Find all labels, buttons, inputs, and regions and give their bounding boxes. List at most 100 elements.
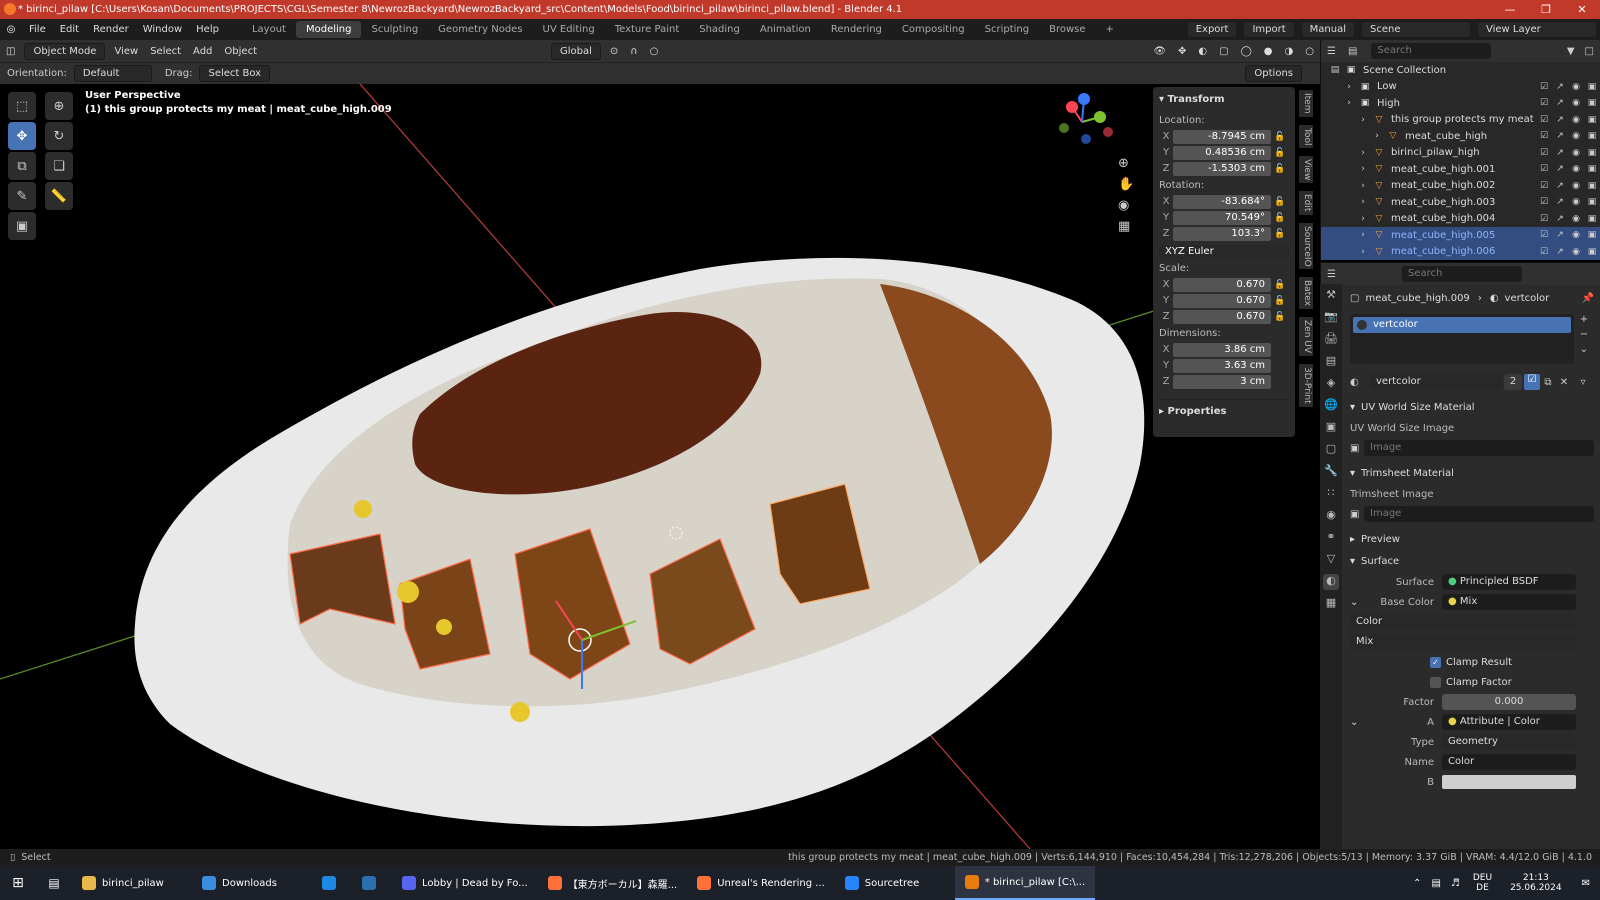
measure-tool-icon[interactable]: 📏 bbox=[45, 182, 73, 210]
menu-edit[interactable]: Edit bbox=[53, 24, 86, 35]
import-button[interactable]: Import bbox=[1243, 21, 1295, 38]
select-arrow-icon[interactable]: ↗ bbox=[1552, 230, 1568, 240]
tab-item[interactable]: Item bbox=[1299, 90, 1313, 117]
xray-icon[interactable]: ▢ bbox=[1213, 46, 1234, 57]
lock-icon[interactable]: 🔓 bbox=[1271, 197, 1289, 207]
orientation-dropdown[interactable]: Default bbox=[73, 65, 152, 82]
expand-chevron-icon[interactable]: › bbox=[1355, 197, 1371, 207]
a-input-field[interactable]: ● Attribute | Color bbox=[1442, 714, 1576, 730]
lock-icon[interactable]: 🔓 bbox=[1271, 229, 1289, 239]
select-arrow-icon[interactable]: ↗ bbox=[1552, 181, 1568, 191]
rotation-y-field[interactable]: 70.549° bbox=[1173, 210, 1271, 225]
rotate-tool-icon[interactable]: ↻ bbox=[45, 122, 73, 150]
material-name-field[interactable]: vertcolor bbox=[1370, 374, 1502, 390]
chevron-down-icon[interactable]: ⌄ bbox=[1350, 597, 1370, 608]
scale-x-field[interactable]: 0.670 bbox=[1173, 277, 1271, 292]
outliner-row[interactable]: › ▽ this group protects my meat ☑ ↗ ◉ ▣ bbox=[1321, 112, 1600, 129]
add-slot-icon[interactable]: + bbox=[1580, 314, 1588, 325]
tab-compositing[interactable]: Compositing bbox=[892, 21, 975, 38]
expand-chevron-icon[interactable]: › bbox=[1355, 230, 1371, 240]
particles-properties-icon[interactable]: ∷ bbox=[1323, 486, 1339, 502]
camera-icon[interactable]: ▣ bbox=[1584, 214, 1600, 224]
browse-material-icon[interactable]: ◐ bbox=[1350, 377, 1370, 388]
lock-icon[interactable]: 🔓 bbox=[1271, 148, 1289, 158]
view-layer-icon[interactable]: ▤ bbox=[1323, 354, 1339, 370]
checkbox-icon[interactable]: ☑ bbox=[1536, 230, 1552, 240]
checkbox-icon[interactable]: ☑ bbox=[1536, 131, 1552, 141]
expand-chevron-icon[interactable]: › bbox=[1341, 98, 1357, 108]
duplicate-icon[interactable]: ⧉ bbox=[1540, 377, 1556, 388]
tab-zen-uv[interactable]: Zen UV bbox=[1299, 317, 1313, 357]
annotate-tool-icon[interactable]: ✎ bbox=[8, 182, 36, 210]
eye-icon[interactable]: ◉ bbox=[1568, 82, 1584, 92]
outliner-row[interactable]: › ▽ meat_cube_high.006 ☑ ↗ ◉ ▣ bbox=[1321, 243, 1600, 260]
outliner-row[interactable]: › ▽ meat_cube_high.003 ☑ ↗ ◉ ▣ bbox=[1321, 194, 1600, 211]
trimsheet-image-field[interactable]: Image bbox=[1364, 506, 1594, 522]
tab-sourceio[interactable]: SourceIO bbox=[1299, 222, 1313, 270]
dimensions-y-row[interactable]: Y 3.63 cm bbox=[1159, 358, 1289, 373]
eye-icon[interactable]: ◉ bbox=[1568, 230, 1584, 240]
select-arrow-icon[interactable]: ↗ bbox=[1552, 82, 1568, 92]
eye-icon[interactable]: ◉ bbox=[1568, 181, 1584, 191]
outliner-row[interactable]: › ▣ High ☑ ↗ ◉ ▣ bbox=[1321, 95, 1600, 112]
menu-select[interactable]: Select bbox=[144, 46, 187, 57]
eye-icon[interactable]: ◉ bbox=[1568, 247, 1584, 257]
lock-icon[interactable]: 🔓 bbox=[1271, 312, 1289, 322]
taskbar-item[interactable]: Lobby | Dead by Fo... bbox=[392, 866, 538, 900]
location-y-row[interactable]: Y 0.48536 cm 🔓 bbox=[1159, 145, 1289, 160]
outliner-row[interactable]: › ▽ meat_cube_high.005 ☑ ↗ ◉ ▣ bbox=[1321, 227, 1600, 244]
menu-file[interactable]: File bbox=[22, 24, 53, 35]
expand-chevron-icon[interactable]: › bbox=[1355, 247, 1371, 257]
unlink-icon[interactable]: ✕ bbox=[1556, 377, 1572, 388]
user-count[interactable]: 2 bbox=[1504, 374, 1522, 390]
menu-help[interactable]: Help bbox=[189, 24, 226, 35]
3d-viewport[interactable]: User Perspective (1) this group protects… bbox=[0, 84, 1305, 849]
checkbox-icon[interactable]: ☑ bbox=[1536, 247, 1552, 257]
slot-menu-icon[interactable]: ⌄ bbox=[1580, 344, 1588, 355]
camera-icon[interactable]: ▣ bbox=[1584, 230, 1600, 240]
expand-chevron-icon[interactable]: › bbox=[1355, 148, 1371, 158]
clock[interactable]: 21:13 25.06.2024 bbox=[1500, 873, 1572, 893]
blender-menu-icon[interactable]: ◎ bbox=[0, 24, 22, 35]
lock-icon[interactable]: 🔓 bbox=[1271, 213, 1289, 223]
taskbar-item[interactable] bbox=[352, 866, 392, 900]
eye-icon[interactable]: ◉ bbox=[1568, 164, 1584, 174]
select-arrow-icon[interactable]: ↗ bbox=[1552, 247, 1568, 257]
move-tool-icon[interactable]: ✥ bbox=[8, 122, 36, 150]
select-arrow-icon[interactable]: ↗ bbox=[1552, 148, 1568, 158]
rotation-x-field[interactable]: -83.684° bbox=[1173, 194, 1271, 209]
camera-icon[interactable]: ▣ bbox=[1584, 115, 1600, 125]
checkbox-icon[interactable]: ☑ bbox=[1536, 98, 1552, 108]
tab-shading[interactable]: Shading bbox=[689, 21, 750, 38]
rotation-z-field[interactable]: 103.3° bbox=[1173, 226, 1271, 241]
collection-icon[interactable]: ▤ bbox=[1327, 65, 1343, 75]
scene-properties-icon[interactable]: ◈ bbox=[1323, 376, 1339, 392]
eye-icon[interactable]: ◉ bbox=[1568, 98, 1584, 108]
dimensions-y-field[interactable]: 3.63 cm bbox=[1173, 358, 1271, 373]
language-indicator[interactable]: DEU DE bbox=[1465, 873, 1500, 893]
menu-add[interactable]: Add bbox=[187, 46, 218, 57]
options-dropdown[interactable]: Options bbox=[1245, 65, 1302, 82]
material-properties-icon[interactable]: ◐ bbox=[1323, 574, 1339, 590]
rotation-z-row[interactable]: Z 103.3° 🔓 bbox=[1159, 226, 1289, 241]
close-icon[interactable]: ✕ bbox=[1564, 3, 1600, 16]
render-properties-icon[interactable]: 📷 bbox=[1323, 310, 1339, 326]
factor-field[interactable]: 0.000 bbox=[1442, 694, 1576, 710]
checkbox-icon[interactable]: ☑ bbox=[1536, 214, 1552, 224]
scale-z-field[interactable]: 0.670 bbox=[1173, 309, 1271, 324]
dimensions-x-row[interactable]: X 3.86 cm bbox=[1159, 342, 1289, 357]
mix-mode-dropdown[interactable]: Mix bbox=[1350, 634, 1576, 650]
editor-type-icon[interactable]: ☰ bbox=[1327, 46, 1336, 57]
select-arrow-icon[interactable]: ↗ bbox=[1552, 164, 1568, 174]
clamp-result-checkbox[interactable]: ✓ bbox=[1430, 656, 1441, 668]
camera-icon[interactable]: ▣ bbox=[1584, 181, 1600, 191]
outliner-row[interactable]: › ▽ meat_cube_high ☑ ↗ ◉ ▣ bbox=[1321, 128, 1600, 145]
dimensions-x-field[interactable]: 3.86 cm bbox=[1173, 342, 1271, 357]
cursor-tool-icon[interactable]: ⊕ bbox=[45, 92, 73, 120]
rendered-shading-icon[interactable]: ○ bbox=[1299, 46, 1320, 57]
scale-y-row[interactable]: Y 0.670 🔓 bbox=[1159, 293, 1289, 308]
add-workspace-icon[interactable]: + bbox=[1096, 21, 1124, 38]
filter-icon[interactable]: ▼ bbox=[1567, 46, 1575, 57]
material-shading-icon[interactable]: ◑ bbox=[1279, 46, 1300, 57]
expand-chevron-icon[interactable]: › bbox=[1355, 164, 1371, 174]
